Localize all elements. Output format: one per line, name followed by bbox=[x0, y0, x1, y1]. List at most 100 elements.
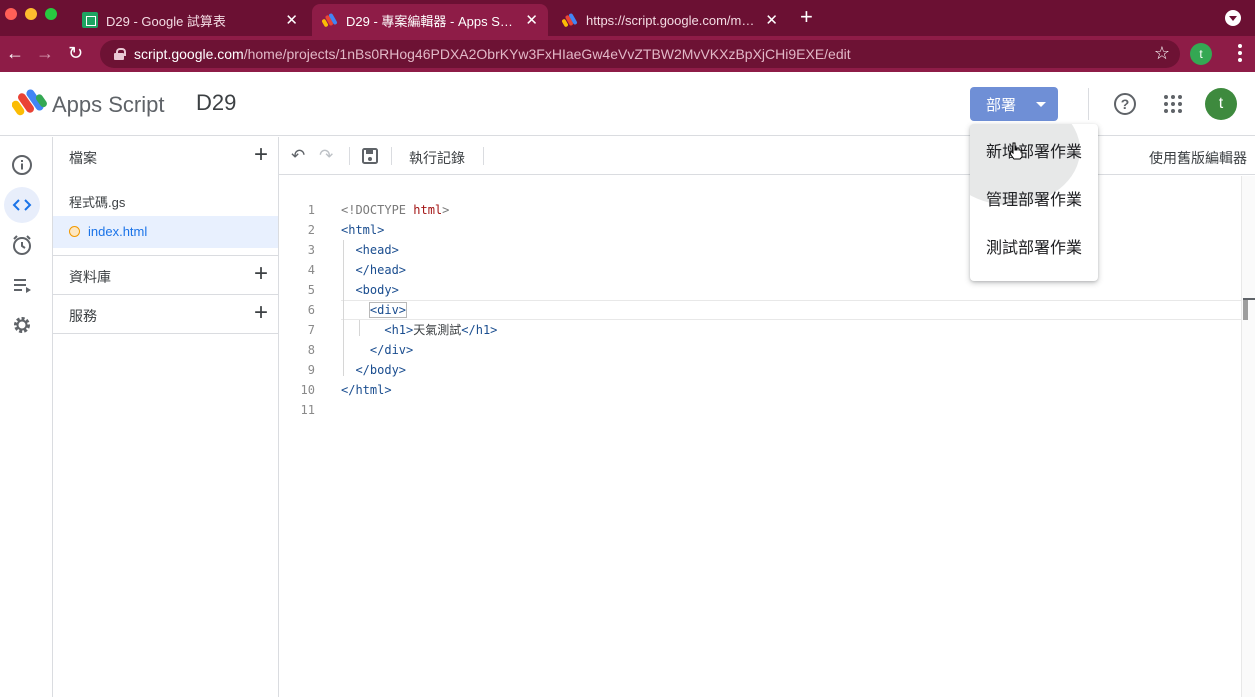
code-text: <body> bbox=[341, 280, 399, 300]
execution-log-button[interactable]: 執行記錄 bbox=[409, 148, 465, 168]
editor-toolbar: ↶ ↷ 執行記錄 使用舊版編輯器 bbox=[279, 137, 1255, 175]
code-token: 天氣測試 bbox=[413, 323, 462, 337]
editor-nav-button[interactable] bbox=[4, 187, 40, 223]
app-name: Apps Script bbox=[52, 92, 165, 117]
code-line[interactable]: 8 </div> bbox=[279, 340, 1241, 360]
file-name: index.html bbox=[88, 224, 148, 239]
apps-script-icon bbox=[562, 13, 577, 27]
line-number: 7 bbox=[307, 323, 315, 337]
code-token: </h1> bbox=[461, 323, 498, 337]
browser-tab-macros[interactable]: https://script.google.com/macros ✕ bbox=[552, 4, 788, 36]
code-text: <div> bbox=[341, 300, 408, 320]
editor-vertical-scrollbar[interactable] bbox=[1241, 176, 1255, 697]
code-token: </div> bbox=[369, 343, 414, 357]
file-item-index-html[interactable]: index.html bbox=[53, 216, 278, 248]
caret-down-icon[interactable] bbox=[1026, 87, 1058, 121]
code-line[interactable]: 7 <h1>天氣測試</h1> bbox=[279, 320, 1241, 340]
code-token: </body> bbox=[355, 363, 407, 377]
deploy-dropdown-menu: 新增部署作業 管理部署作業 測試部署作業 bbox=[970, 124, 1098, 281]
code-text: <h1>天氣測試</h1> bbox=[341, 320, 497, 340]
window-minimize-button[interactable] bbox=[25, 8, 37, 20]
file-item-code-gs[interactable]: 程式碼.gs bbox=[53, 184, 278, 216]
services-section-title: 服務 bbox=[69, 308, 97, 324]
lock-icon bbox=[114, 48, 126, 60]
scrollbar-cursor-marker bbox=[1243, 298, 1255, 320]
new-tab-icon[interactable]: + bbox=[800, 6, 813, 28]
code-token: <div> bbox=[368, 302, 408, 318]
code-line[interactable]: 11 bbox=[279, 400, 1241, 420]
code-line[interactable]: 10 </html> bbox=[279, 380, 1241, 400]
browser-tab-sheets[interactable]: D29 - Google 試算表 ✕ bbox=[72, 4, 308, 36]
line-number: 2 bbox=[307, 223, 315, 237]
browser-tab-editor[interactable]: D29 - 專案編輯器 - Apps Script ✕ bbox=[312, 4, 548, 36]
google-apps-icon[interactable] bbox=[1164, 95, 1182, 113]
user-avatar[interactable]: t bbox=[1205, 88, 1237, 120]
info-icon bbox=[12, 155, 32, 175]
redo-icon[interactable]: ↷ bbox=[319, 146, 333, 166]
menu-item-label: 新增部署作業 bbox=[986, 144, 1083, 161]
deploy-button-label: 部署 bbox=[986, 96, 1017, 114]
overview-nav-button[interactable] bbox=[4, 147, 40, 183]
manage-deployments-menu-item[interactable]: 管理部署作業 bbox=[970, 177, 1098, 225]
toolbar-divider bbox=[391, 147, 392, 165]
menu-item-label: 測試部署作業 bbox=[986, 240, 1083, 257]
code-text: </body> bbox=[341, 360, 406, 380]
forward-arrow-icon[interactable]: → bbox=[36, 42, 54, 64]
triggers-nav-button[interactable] bbox=[4, 227, 40, 263]
code-token: </html> bbox=[341, 383, 392, 397]
line-number: 10 bbox=[300, 383, 315, 397]
add-file-icon[interactable]: + bbox=[254, 143, 268, 167]
back-arrow-icon[interactable]: ← bbox=[6, 42, 24, 64]
address-bar[interactable]: script.google.com /home/projects/1nBs0RH… bbox=[100, 40, 1180, 68]
tab-close-icon[interactable]: ✕ bbox=[525, 11, 538, 29]
code-line[interactable]: 5 <body> bbox=[279, 280, 1241, 300]
menu-item-label: 管理部署作業 bbox=[986, 192, 1083, 209]
code-line[interactable]: 9 </body> bbox=[279, 360, 1241, 380]
undo-icon[interactable]: ↶ bbox=[291, 146, 305, 166]
deploy-button[interactable]: 部署 bbox=[970, 87, 1058, 121]
code-token: <!DOCTYPE bbox=[341, 203, 414, 217]
tab-search-icon[interactable] bbox=[1225, 10, 1241, 26]
settings-nav-button[interactable] bbox=[4, 307, 40, 343]
alarm-clock-icon bbox=[13, 235, 31, 255]
browser-profile-avatar[interactable]: t bbox=[1190, 43, 1212, 65]
window-close-button[interactable] bbox=[5, 8, 17, 20]
apps-script-logo bbox=[12, 89, 47, 116]
tab-close-icon[interactable]: ✕ bbox=[765, 11, 778, 29]
toolbar-divider bbox=[349, 147, 350, 165]
code-token: <html> bbox=[341, 223, 385, 237]
add-service-icon[interactable]: + bbox=[254, 301, 268, 325]
tab-close-icon[interactable]: ✕ bbox=[285, 11, 298, 29]
code-text: <head> bbox=[341, 240, 398, 260]
reload-icon[interactable]: ↻ bbox=[68, 42, 83, 64]
tab-title: D29 - 專案編輯器 - Apps Script bbox=[346, 13, 518, 29]
save-icon[interactable] bbox=[361, 147, 379, 165]
bookmark-star-icon[interactable]: ☆ bbox=[1154, 43, 1170, 64]
project-title[interactable]: D29 bbox=[196, 90, 236, 116]
test-deployments-menu-item[interactable]: 測試部署作業 bbox=[970, 225, 1098, 273]
use-legacy-editor-button[interactable]: 使用舊版編輯器 bbox=[1149, 148, 1247, 168]
new-deployment-menu-item[interactable]: 新增部署作業 bbox=[970, 124, 1098, 205]
add-library-icon[interactable]: + bbox=[254, 262, 268, 286]
line-number: 1 bbox=[307, 203, 315, 217]
code-text: <html> bbox=[341, 220, 384, 240]
code-text: </head> bbox=[341, 260, 406, 280]
help-icon[interactable]: ? bbox=[1114, 93, 1136, 115]
code-line[interactable]: 6 <div> bbox=[279, 300, 1241, 320]
url-path: /home/projects/1nBs0RHog46PDXA2ObrKYw3Fx… bbox=[243, 46, 851, 62]
executions-nav-button[interactable] bbox=[4, 267, 40, 303]
gear-icon bbox=[14, 317, 30, 333]
hand-cursor-icon bbox=[1009, 142, 1023, 160]
browser-menu-icon[interactable] bbox=[1238, 44, 1242, 64]
files-section-title: 檔案 bbox=[69, 150, 97, 166]
line-number: 3 bbox=[307, 243, 315, 257]
files-section-header: 檔案 + bbox=[53, 137, 278, 175]
left-nav-rail bbox=[0, 137, 53, 697]
section-divider bbox=[53, 333, 278, 334]
code-token: <body> bbox=[355, 283, 399, 297]
window-zoom-button[interactable] bbox=[45, 8, 57, 20]
executions-list-icon bbox=[14, 279, 31, 293]
google-sheets-icon bbox=[82, 12, 98, 28]
